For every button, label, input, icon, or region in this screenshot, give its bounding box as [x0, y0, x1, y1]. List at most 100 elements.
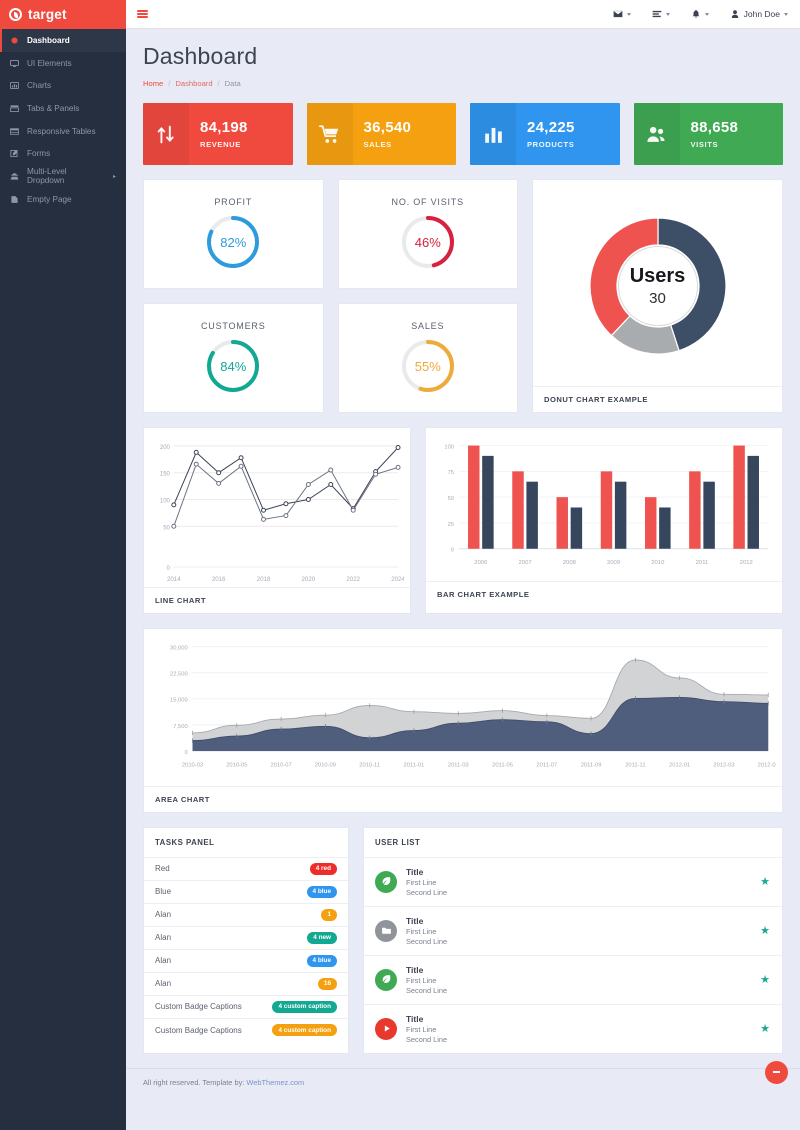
stat-card-products[interactable]: 24,225 PRODUCTS — [470, 103, 620, 165]
axis-tick-label: 2011 — [696, 560, 709, 566]
axis-tick-label: 30,000 — [170, 645, 188, 651]
data-point[interactable] — [350, 507, 356, 513]
topbar-item-messages[interactable] — [613, 9, 631, 19]
bar[interactable] — [689, 471, 701, 549]
task-row[interactable]: Alan 1 — [144, 904, 348, 927]
brand-logo[interactable]: target — [0, 0, 126, 29]
task-label: Alan — [155, 933, 172, 943]
gauge-card-sales: SALES 55% — [337, 303, 518, 413]
user-icon — [731, 10, 738, 18]
donut-center-text: Users 30 — [572, 200, 744, 372]
sidebar-item-responsive-tables[interactable]: Responsive Tables — [0, 120, 126, 143]
data-point[interactable] — [305, 482, 311, 487]
sidebar-item-multi-level-dropdown[interactable]: Multi-Level Dropdown ▸ — [0, 165, 126, 188]
topbar-item-user[interactable]: John Doe — [730, 9, 788, 19]
sidebar-item-charts[interactable]: Charts — [0, 74, 126, 97]
minus-icon — [773, 1071, 780, 1074]
breadcrumb-separator: / — [217, 79, 220, 88]
donut-chart[interactable]: Users 30 — [572, 200, 744, 372]
sidebar-item-empty-page[interactable]: Empty Page — [0, 188, 126, 211]
stat-card-body: 88,658 VISITS — [680, 103, 784, 165]
data-point[interactable] — [328, 467, 334, 473]
stat-card-visits[interactable]: 88,658 VISITS — [633, 103, 784, 165]
task-row[interactable]: Alan 16 — [144, 973, 348, 996]
task-row[interactable]: Alan 4 new — [144, 927, 348, 950]
layers-icon — [10, 172, 19, 181]
hamburger-icon[interactable] — [137, 10, 148, 18]
bar[interactable] — [644, 497, 657, 549]
data-point[interactable] — [395, 445, 401, 450]
breadcrumb-home[interactable]: Home — [143, 79, 163, 88]
sidebar-item-ui-elements[interactable]: UI Elements — [0, 52, 126, 75]
tasks-panel: TASKS PANEL Red 4 red Blue 4 blue Alan 1 Alan 4… — [143, 826, 349, 1054]
data-point[interactable] — [283, 501, 289, 507]
data-point[interactable] — [238, 455, 244, 461]
star-icon[interactable]: ★ — [760, 973, 770, 986]
data-point[interactable] — [171, 523, 177, 529]
scroll-top-button[interactable] — [765, 1060, 788, 1084]
user-list-item[interactable]: Title First Line Second Line ★ — [364, 956, 782, 1005]
data-point[interactable] — [171, 502, 177, 508]
breadcrumb-dashboard[interactable]: Dashboard — [175, 79, 212, 88]
task-row[interactable]: Custom Badge Captions 4 custom caption — [144, 996, 348, 1019]
donut-chart-panel: Users 30 DONUT CHART EXAMPLE — [532, 179, 783, 413]
bar[interactable] — [512, 471, 524, 549]
user-list-item[interactable]: Title First Line Second Line ★ — [364, 858, 782, 907]
topbar-item-tasks[interactable] — [652, 9, 670, 19]
line-chart[interactable]: 50 100 150 200 0 2014 2016 2018 2020 2022 2024 — [144, 428, 410, 587]
data-point[interactable] — [261, 516, 266, 522]
bar[interactable] — [570, 507, 583, 549]
task-row[interactable]: Blue 4 blue — [144, 881, 348, 904]
area-chart[interactable]: 0 7,500 15,000 22,500 30,000 2010-03 2010-05 20… — [144, 629, 782, 786]
data-point[interactable] — [328, 482, 334, 487]
donut-chart-caption: DONUT CHART EXAMPLE — [533, 386, 782, 412]
data-point[interactable] — [283, 513, 289, 519]
user-second-line: Second Line — [406, 1034, 448, 1044]
gauge-value: 46% — [414, 234, 441, 250]
data-point[interactable] — [373, 471, 379, 477]
star-icon[interactable]: ★ — [760, 924, 770, 937]
data-point[interactable] — [305, 497, 311, 502]
axis-tick-label: 2012 — [740, 560, 753, 566]
bar[interactable] — [747, 455, 759, 549]
user-list-item[interactable]: Title First Line Second Line ★ — [364, 907, 782, 956]
task-row[interactable]: Red 4 red — [144, 858, 348, 881]
bar[interactable] — [614, 481, 627, 549]
bar[interactable] — [600, 471, 613, 549]
topbar-item-notifications[interactable] — [691, 9, 709, 19]
data-point[interactable] — [216, 470, 222, 476]
stat-card-revenue[interactable]: 84,198 REVENUE — [143, 103, 293, 165]
star-icon[interactable]: ★ — [760, 875, 770, 888]
axis-tick-label: 100 — [444, 444, 454, 450]
bar[interactable] — [556, 497, 568, 549]
bar[interactable] — [482, 455, 494, 549]
task-row[interactable]: Custom Badge Captions 4 custom caption — [144, 1019, 348, 1042]
sidebar-item-dashboard[interactable]: Dashboard — [0, 29, 126, 52]
monitor-icon — [10, 59, 19, 68]
area-chart-caption: AREA CHART — [144, 785, 782, 812]
bar[interactable] — [468, 445, 480, 549]
footer-link[interactable]: WebThemez.com — [246, 1078, 304, 1087]
data-point[interactable] — [261, 507, 266, 513]
avatar — [375, 919, 397, 942]
data-point[interactable] — [216, 480, 222, 486]
sidebar-item-label: Multi-Level Dropdown — [27, 167, 67, 186]
data-point[interactable] — [238, 463, 244, 469]
star-icon[interactable]: ★ — [760, 1022, 770, 1035]
bar[interactable] — [703, 481, 715, 549]
user-list-panel: USER LIST Title First Line Second Line ★ Tit… — [363, 826, 783, 1054]
task-badge: 4 new — [307, 931, 337, 944]
bar[interactable] — [659, 507, 671, 549]
sidebar-item-forms[interactable]: Forms — [0, 142, 126, 165]
data-point[interactable] — [395, 464, 401, 470]
data-point[interactable] — [193, 461, 199, 467]
bar[interactable] — [733, 445, 745, 549]
task-row[interactable]: Alan 4 blue — [144, 950, 348, 973]
sidebar-item-tabs-panels[interactable]: Tabs & Panels — [0, 97, 126, 120]
stat-card-label: PRODUCTS — [527, 140, 575, 149]
stat-card-sales[interactable]: 36,540 SALES — [306, 103, 456, 165]
data-point[interactable] — [193, 449, 199, 455]
user-list-item[interactable]: Title First Line Second Line ★ — [364, 1005, 782, 1053]
bar-chart[interactable]: 0 25 50 75 100 2006 2007 2008 2009 2010 2011 2012 — [426, 428, 782, 581]
bar[interactable] — [526, 481, 538, 549]
